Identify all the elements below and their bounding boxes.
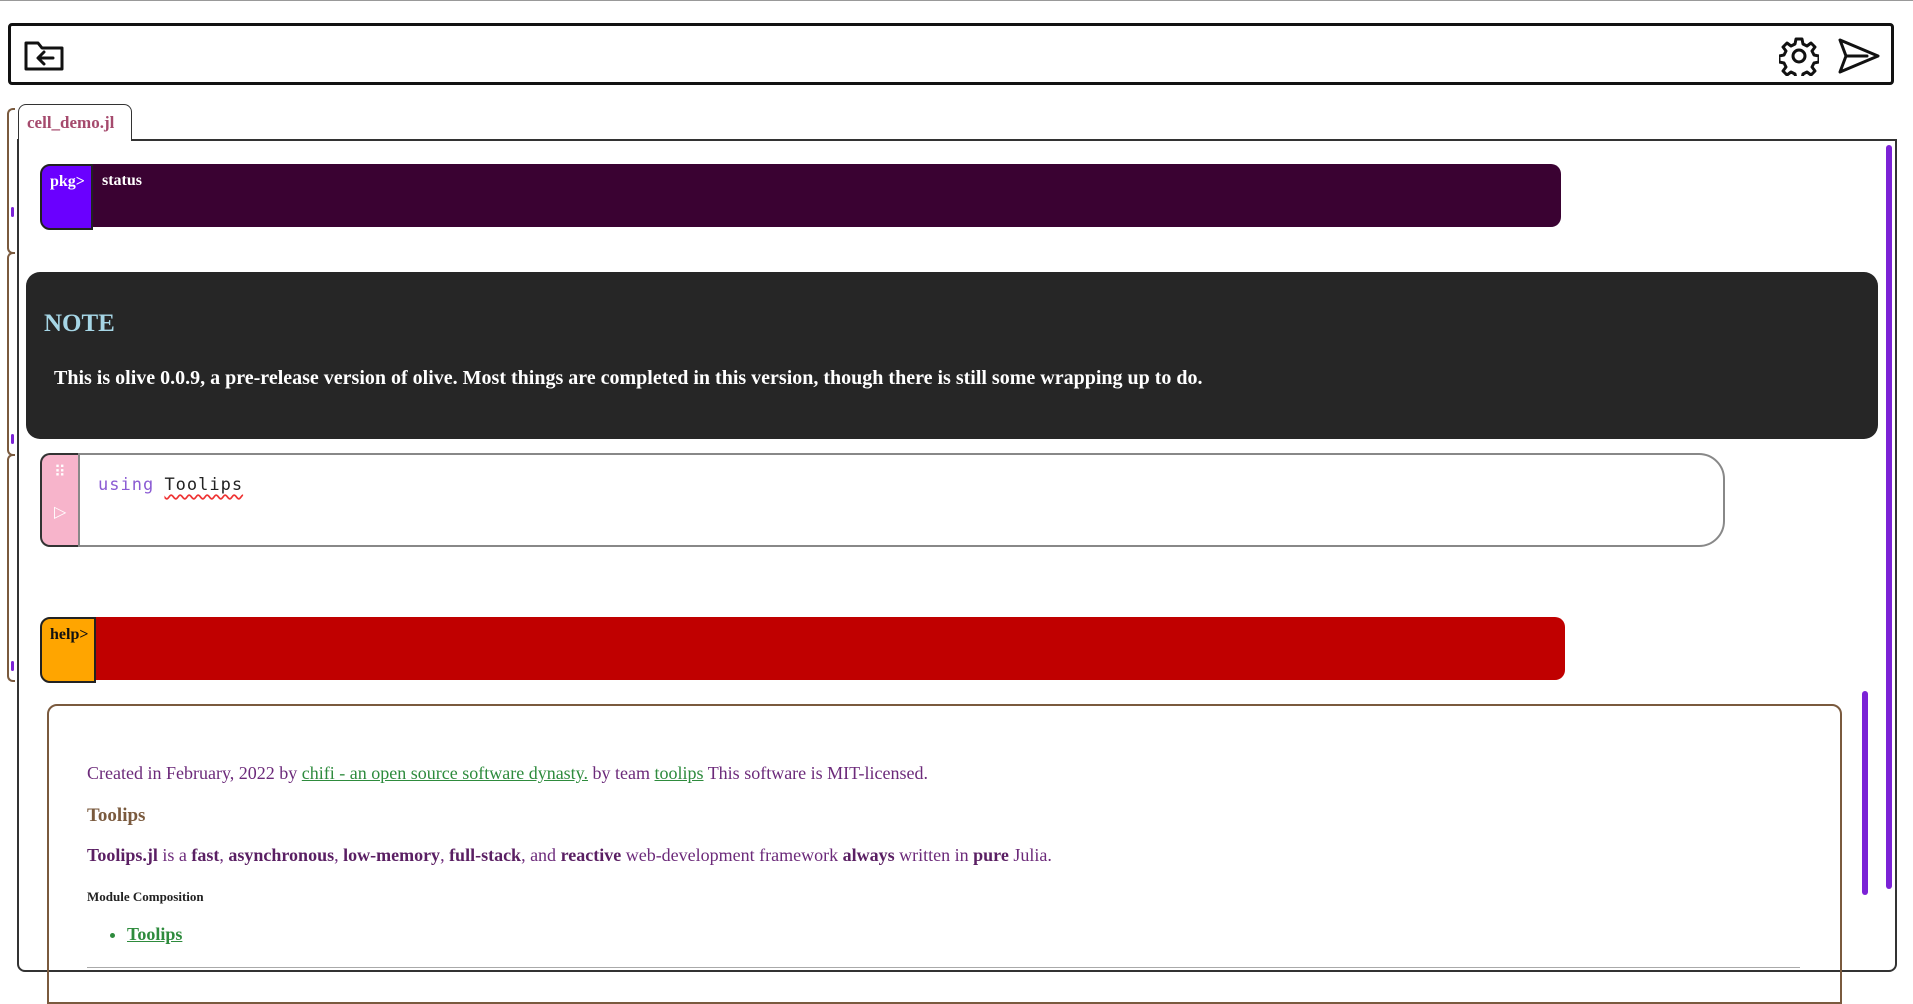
pkg-input[interactable]: status <box>93 164 1561 227</box>
doc-credits: Created in February, 2022 by chifi - an … <box>87 763 928 784</box>
text: is a <box>157 845 192 865</box>
tab-cell-demo[interactable]: cell_demo.jl <box>18 104 132 141</box>
doc-scrollbar[interactable] <box>1862 691 1868 895</box>
cell-bracket <box>7 454 15 682</box>
list-item: Toolips <box>127 924 182 945</box>
doc-cell: Created in February, 2022 by chifi - an … <box>47 704 1842 1004</box>
drag-handle-icon[interactable]: ⠿ <box>54 465 66 481</box>
help-prompt: help> <box>40 617 96 683</box>
bold-text: fast <box>191 845 220 865</box>
module-list: Toolips <box>87 924 182 945</box>
window-top-border <box>0 0 1913 1</box>
toolips-module-link[interactable]: Toolips <box>127 924 182 944</box>
help-cell: help> <box>40 617 1565 683</box>
code-cell-sidebar: ⠿ ▷ <box>40 453 78 547</box>
note-body: This is olive 0.0.9, a pre-release versi… <box>54 367 1203 389</box>
doc-description: Toolips.jl is a fast, asynchronous, low-… <box>87 845 1052 866</box>
cell-bracket <box>7 252 15 456</box>
text: written in <box>894 845 974 865</box>
bold-text: low-memory <box>343 845 441 865</box>
credits-text: Created in February, 2022 by <box>87 763 302 783</box>
text: , and <box>521 845 561 865</box>
bold-text: pure <box>973 845 1009 865</box>
cell-bracket <box>7 108 15 254</box>
note-cell[interactable]: NOTE This is olive 0.0.9, a pre-release … <box>26 272 1878 439</box>
pkg-cell: pkg> status <box>40 164 1561 230</box>
run-icon[interactable]: ▷ <box>54 505 66 521</box>
bracket-marker <box>11 434 14 444</box>
folder-back-icon[interactable] <box>23 38 65 72</box>
top-bar <box>8 23 1894 85</box>
bold-text: full-stack <box>449 845 522 865</box>
tab-label: cell_demo.jl <box>27 113 115 132</box>
toolips-team-link[interactable]: toolips <box>655 763 704 783</box>
bold-text: reactive <box>560 845 622 865</box>
code-input[interactable]: using Toolips <box>78 453 1725 547</box>
gear-icon[interactable] <box>1777 36 1821 81</box>
bracket-marker <box>11 207 14 217</box>
credits-text: This software is MIT-licensed. <box>703 763 928 783</box>
divider <box>87 967 1800 968</box>
code-keyword: using <box>98 475 155 495</box>
code-cell: ⠿ ▷ using Toolips <box>40 453 1725 547</box>
chifi-link[interactable]: chifi - an open source software dynasty. <box>302 763 588 783</box>
pkg-prompt: pkg> <box>40 164 93 230</box>
help-input[interactable] <box>96 617 1565 680</box>
doc-subheading: Module Composition <box>87 889 204 904</box>
text: web-development framework <box>621 845 843 865</box>
bold-text: always <box>842 845 895 865</box>
code-identifier: Toolips <box>164 475 244 495</box>
doc-heading: Toolips <box>87 805 146 826</box>
note-title: NOTE <box>44 310 115 337</box>
text: , <box>440 845 450 865</box>
bold-text: Toolips.jl <box>87 845 158 865</box>
send-icon[interactable] <box>1837 36 1881 76</box>
bracket-marker <box>11 661 14 671</box>
credits-text: by team <box>588 763 655 783</box>
text: Julia. <box>1008 845 1052 865</box>
bold-text: asynchronous <box>228 845 335 865</box>
text: , <box>334 845 344 865</box>
notebook-scrollbar[interactable] <box>1886 145 1892 889</box>
